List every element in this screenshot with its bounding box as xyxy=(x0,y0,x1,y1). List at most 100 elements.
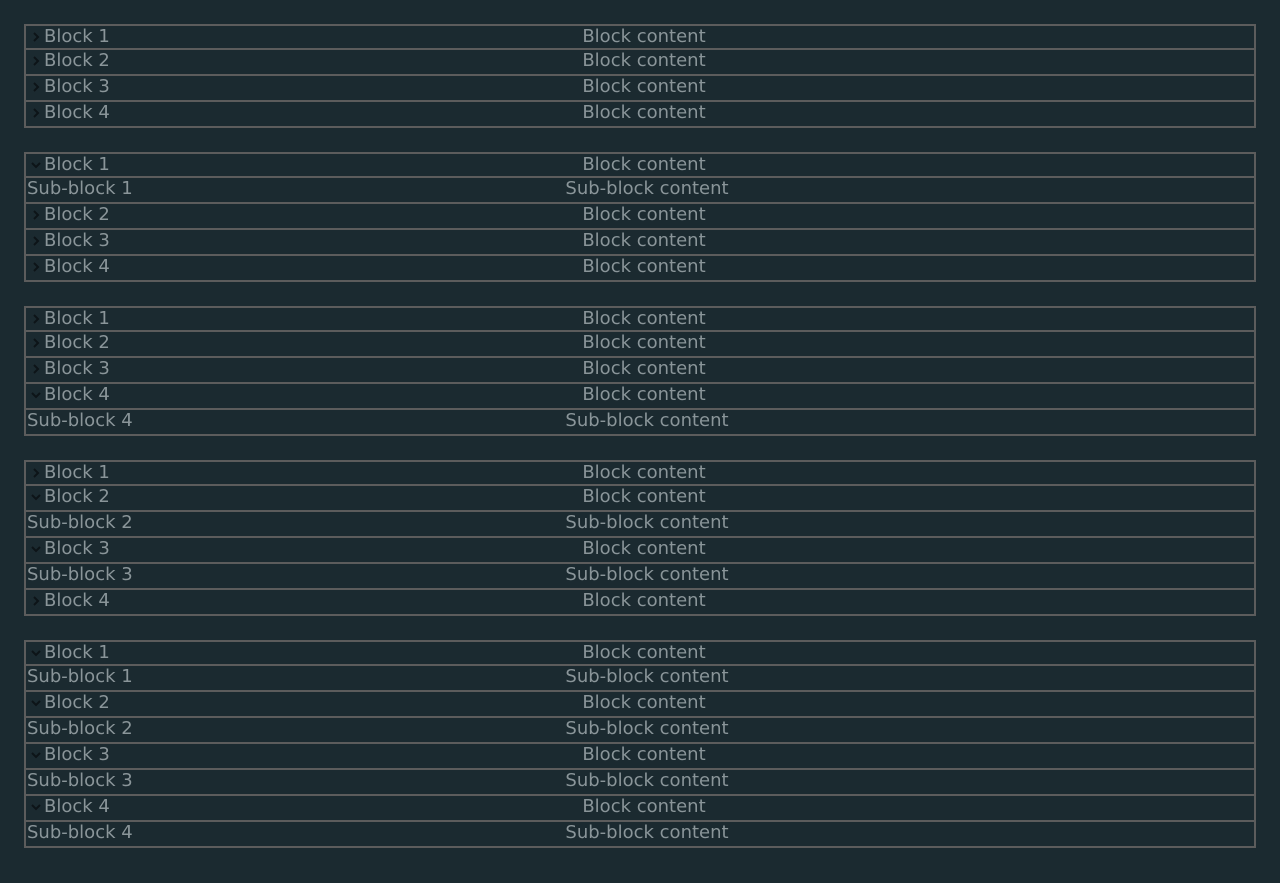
block-row[interactable]: Block content Block 1 xyxy=(24,152,1256,178)
sub-block-row: Sub-block content Sub-block 4 xyxy=(24,410,1256,436)
chevron-right-icon[interactable] xyxy=(29,26,44,48)
chevron-right-icon[interactable] xyxy=(29,230,44,252)
sub-block-row: Sub-block content Sub-block 3 xyxy=(24,564,1256,590)
sub-block-label: Sub-block 4 xyxy=(27,410,133,431)
sub-block-label: Sub-block 1 xyxy=(27,666,133,687)
block-row[interactable]: Block content Block 1 xyxy=(24,460,1256,486)
sub-block-header: Sub-block 4 xyxy=(27,410,133,432)
block-row[interactable]: Block content Block 3 xyxy=(24,230,1256,256)
accordion-group-4: Block content Block 1 Block content Block 2… xyxy=(24,460,1256,616)
block-content: Block content xyxy=(582,796,706,817)
chevron-right-icon[interactable] xyxy=(29,76,44,98)
chevron-down-icon[interactable] xyxy=(29,692,44,714)
block-row[interactable]: Block content Block 2 xyxy=(24,692,1256,718)
sub-block-content: Sub-block content xyxy=(565,718,729,739)
chevron-down-icon[interactable] xyxy=(29,642,44,664)
block-row[interactable]: Block content Block 2 xyxy=(24,50,1256,76)
block-header: Block 1 xyxy=(29,154,110,176)
block-content: Block content xyxy=(582,50,706,71)
sub-block-label: Sub-block 1 xyxy=(27,178,133,199)
sub-block-row: Sub-block content Sub-block 2 xyxy=(24,512,1256,538)
block-content: Block content xyxy=(582,308,706,329)
sub-block-header: Sub-block 1 xyxy=(27,666,133,688)
block-content: Block content xyxy=(582,358,706,379)
block-row[interactable]: Block content Block 2 xyxy=(24,204,1256,230)
sub-block-header: Sub-block 2 xyxy=(27,718,133,740)
block-row[interactable]: Block content Block 4 xyxy=(24,102,1256,128)
block-header: Block 1 xyxy=(29,26,110,48)
block-content: Block content xyxy=(582,590,706,611)
sub-block-content: Sub-block content xyxy=(565,410,729,431)
chevron-right-icon[interactable] xyxy=(29,462,44,484)
block-header: Block 4 xyxy=(29,102,110,124)
block-row[interactable]: Block content Block 1 xyxy=(24,24,1256,50)
chevron-right-icon[interactable] xyxy=(29,102,44,124)
block-row[interactable]: Block content Block 4 xyxy=(24,590,1256,616)
block-row[interactable]: Block content Block 4 xyxy=(24,796,1256,822)
block-label: Block 3 xyxy=(44,76,110,97)
block-label: Block 4 xyxy=(44,796,110,817)
block-row[interactable]: Block content Block 1 xyxy=(24,306,1256,332)
sub-block-label: Sub-block 3 xyxy=(27,564,133,585)
block-content: Block content xyxy=(582,230,706,251)
block-row[interactable]: Block content Block 4 xyxy=(24,384,1256,410)
sub-block-content: Sub-block content xyxy=(565,770,729,791)
block-header: Block 2 xyxy=(29,692,110,714)
block-header: Block 2 xyxy=(29,50,110,72)
chevron-down-icon[interactable] xyxy=(29,796,44,818)
sub-block-header: Sub-block 3 xyxy=(27,770,133,792)
block-content: Block content xyxy=(582,256,706,277)
block-row[interactable]: Block content Block 1 xyxy=(24,640,1256,666)
block-row[interactable]: Block content Block 3 xyxy=(24,538,1256,564)
block-label: Block 4 xyxy=(44,102,110,123)
block-row[interactable]: Block content Block 4 xyxy=(24,256,1256,282)
block-row[interactable]: Block content Block 3 xyxy=(24,358,1256,384)
sub-block-header: Sub-block 3 xyxy=(27,564,133,586)
block-content: Block content xyxy=(582,154,706,175)
sub-block-row: Sub-block content Sub-block 2 xyxy=(24,718,1256,744)
sub-block-label: Sub-block 2 xyxy=(27,512,133,533)
chevron-right-icon[interactable] xyxy=(29,50,44,72)
sub-block-header: Sub-block 1 xyxy=(27,178,133,200)
chevron-right-icon[interactable] xyxy=(29,308,44,330)
chevron-down-icon[interactable] xyxy=(29,744,44,766)
block-content: Block content xyxy=(582,486,706,507)
chevron-down-icon[interactable] xyxy=(29,154,44,176)
block-header: Block 3 xyxy=(29,538,110,560)
block-row[interactable]: Block content Block 3 xyxy=(24,744,1256,770)
block-label: Block 1 xyxy=(44,26,110,47)
chevron-right-icon[interactable] xyxy=(29,332,44,354)
block-header: Block 4 xyxy=(29,384,110,406)
block-content: Block content xyxy=(582,204,706,225)
block-label: Block 3 xyxy=(44,744,110,765)
chevron-right-icon[interactable] xyxy=(29,256,44,278)
accordion-group-5: Block content Block 1 Sub-block content Sub… xyxy=(24,640,1256,848)
accordion-demo-root: Block content Block 1 Block content Block 2… xyxy=(0,0,1280,848)
chevron-down-icon[interactable] xyxy=(29,486,44,508)
block-content: Block content xyxy=(582,384,706,405)
accordion-group-2: Block content Block 1 Sub-block content Sub… xyxy=(24,152,1256,282)
block-content: Block content xyxy=(582,462,706,483)
block-label: Block 3 xyxy=(44,538,110,559)
chevron-down-icon[interactable] xyxy=(29,384,44,406)
sub-block-label: Sub-block 2 xyxy=(27,718,133,739)
block-header: Block 2 xyxy=(29,204,110,226)
chevron-right-icon[interactable] xyxy=(29,204,44,226)
block-label: Block 4 xyxy=(44,384,110,405)
block-header: Block 3 xyxy=(29,744,110,766)
chevron-down-icon[interactable] xyxy=(29,538,44,560)
block-label: Block 1 xyxy=(44,154,110,175)
block-row[interactable]: Block content Block 2 xyxy=(24,486,1256,512)
block-row[interactable]: Block content Block 3 xyxy=(24,76,1256,102)
block-label: Block 2 xyxy=(44,204,110,225)
block-label: Block 4 xyxy=(44,256,110,277)
block-header: Block 3 xyxy=(29,358,110,380)
chevron-right-icon[interactable] xyxy=(29,590,44,612)
block-label: Block 3 xyxy=(44,230,110,251)
block-content: Block content xyxy=(582,332,706,353)
chevron-right-icon[interactable] xyxy=(29,358,44,380)
block-header: Block 4 xyxy=(29,796,110,818)
sub-block-content: Sub-block content xyxy=(565,512,729,533)
sub-block-content: Sub-block content xyxy=(565,822,729,843)
block-row[interactable]: Block content Block 2 xyxy=(24,332,1256,358)
